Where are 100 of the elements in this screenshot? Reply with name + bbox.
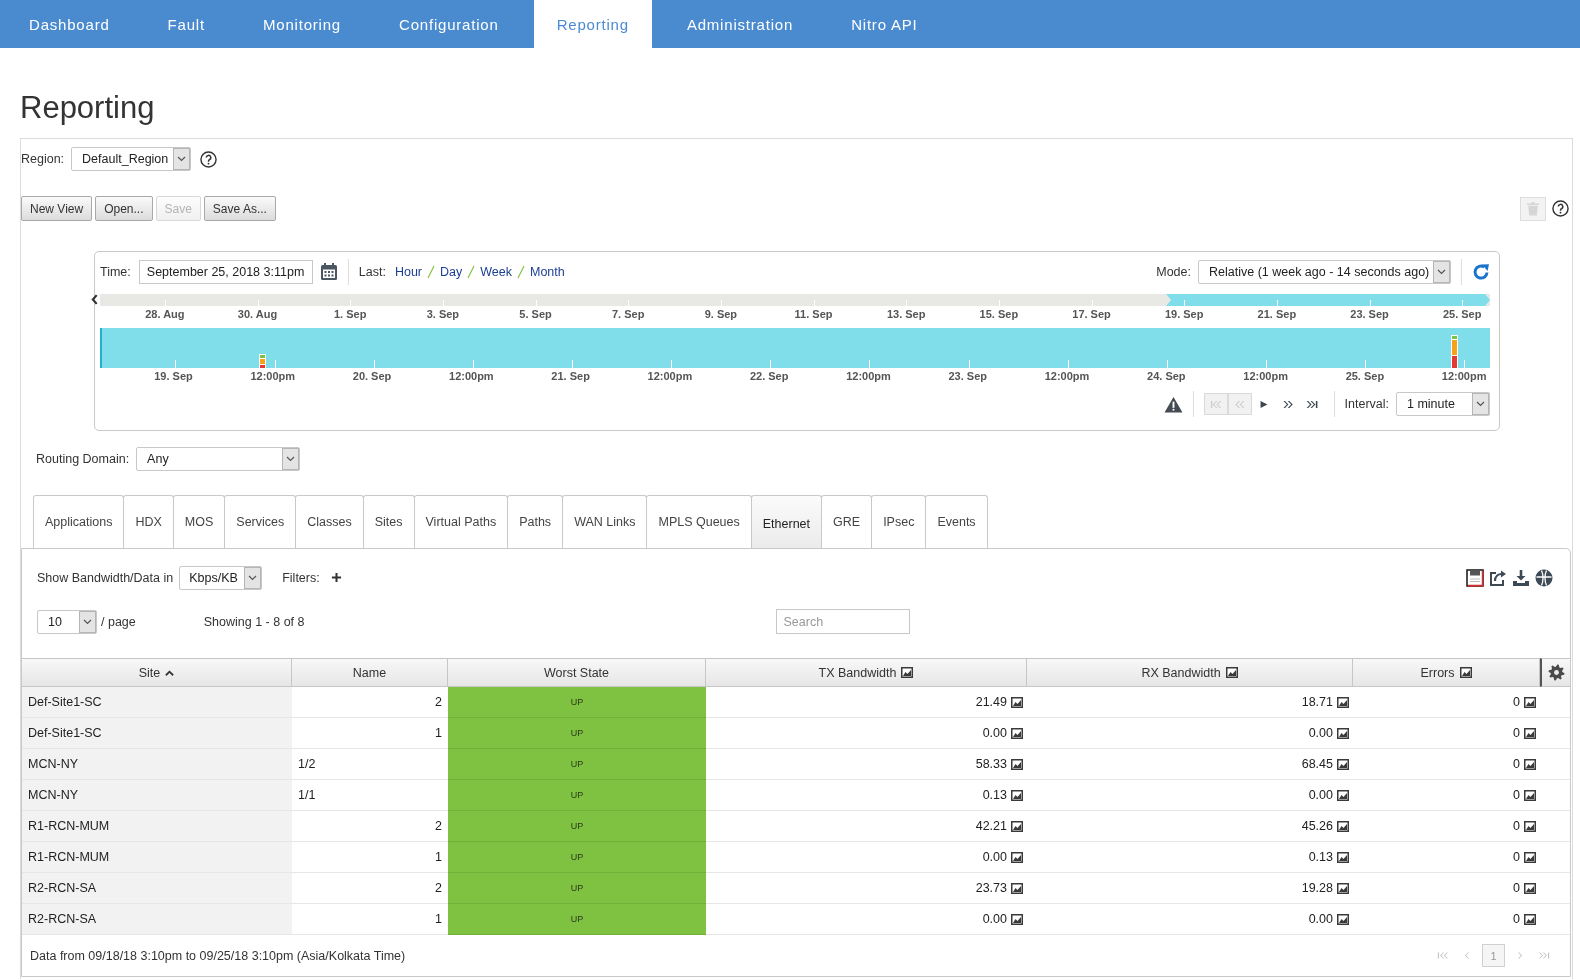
- floppy-disk-icon[interactable]: [1466, 568, 1484, 587]
- chart-icon[interactable]: [1011, 758, 1023, 770]
- chart-icon[interactable]: [1011, 882, 1023, 894]
- help-icon[interactable]: [1552, 200, 1569, 217]
- chart-icon[interactable]: [1524, 913, 1536, 925]
- chart-icon[interactable]: [1337, 696, 1349, 708]
- chart-icon[interactable]: [1337, 913, 1349, 925]
- axis-label: 22. Sep: [749, 370, 789, 382]
- column-header[interactable]: Site: [22, 658, 292, 687]
- interval-dropdown[interactable]: 1 minute: [1396, 392, 1490, 416]
- period-link[interactable]: Week: [480, 265, 512, 279]
- chart-icon[interactable]: [1337, 820, 1349, 832]
- nav-tab[interactable]: Monitoring: [233, 0, 370, 48]
- period-link[interactable]: Hour: [394, 265, 422, 279]
- bandwidth-value: 68.45: [1301, 757, 1333, 771]
- port-name: 2: [435, 881, 442, 895]
- chart-icon[interactable]: [1459, 667, 1472, 678]
- overview-track[interactable]: [100, 294, 1490, 306]
- axis-label: 15. Sep: [979, 308, 1019, 320]
- axis-label: 25. Sep: [1345, 370, 1385, 382]
- caret-icon: [1433, 261, 1450, 283]
- error-count: 0: [1513, 819, 1520, 833]
- chart-icon[interactable]: [1337, 758, 1349, 770]
- warning-icon[interactable]: [1163, 395, 1183, 413]
- last-page-icon: [1538, 951, 1550, 960]
- event-marker-icon[interactable]: [258, 354, 266, 368]
- bandwidth-unit-dropdown[interactable]: Kbps/KB: [179, 565, 263, 590]
- help-icon[interactable]: [200, 150, 218, 168]
- chart-icon[interactable]: [1337, 882, 1349, 894]
- open-button[interactable]: Open...: [95, 196, 153, 221]
- axis-label: 17. Sep: [1072, 308, 1111, 320]
- caret-icon: [173, 148, 191, 170]
- chart-icon[interactable]: [1011, 851, 1023, 863]
- chart-icon[interactable]: [1524, 820, 1536, 832]
- download-icon[interactable]: [1512, 568, 1530, 587]
- report-tab[interactable]: Ethernet: [750, 495, 823, 548]
- column-header[interactable]: TX Bandwidth: [706, 658, 1027, 687]
- mode-dropdown[interactable]: Relative (1 week ago - 14 seconds ago): [1198, 260, 1451, 284]
- axis-label: 3. Sep: [426, 308, 460, 320]
- event-marker-icon[interactable]: [1451, 335, 1459, 368]
- nav-tab[interactable]: Administration: [657, 0, 823, 48]
- nav-tab[interactable]: Dashboard: [0, 0, 139, 48]
- search-field[interactable]: Search: [775, 609, 910, 634]
- save-as-button[interactable]: Save As...: [203, 196, 276, 221]
- nav-tab[interactable]: Configuration: [370, 0, 528, 48]
- page-size-dropdown[interactable]: 10: [37, 609, 97, 634]
- time-field[interactable]: September 25, 2018 3:11pm: [138, 260, 313, 284]
- chart-icon[interactable]: [1337, 727, 1349, 739]
- refresh-icon[interactable]: [1472, 263, 1490, 281]
- chart-icon[interactable]: [1011, 913, 1023, 925]
- new-view-button[interactable]: New View: [21, 196, 93, 221]
- chart-icon[interactable]: [901, 667, 914, 678]
- column-header[interactable]: Name: [292, 658, 448, 687]
- chart-icon[interactable]: [1524, 789, 1536, 801]
- chart-icon[interactable]: [1225, 667, 1238, 678]
- region-dropdown[interactable]: Default_Region: [71, 147, 192, 171]
- error-count: 0: [1513, 726, 1520, 740]
- chevron-left-icon[interactable]: [91, 294, 98, 305]
- chart-icon[interactable]: [1011, 789, 1023, 801]
- last-label: Last:: [358, 265, 386, 279]
- error-count: 0: [1513, 850, 1520, 864]
- report-tab[interactable]: Applications: [33, 495, 125, 548]
- fast-forward-icon: [1281, 399, 1294, 409]
- plus-icon[interactable]: [330, 572, 342, 583]
- share-icon[interactable]: [1489, 568, 1507, 587]
- nav-tab[interactable]: Nitro API: [822, 0, 947, 48]
- skip-first-icon: [1209, 399, 1222, 409]
- chart-icon[interactable]: [1524, 727, 1536, 739]
- column-header[interactable]: RX Bandwidth: [1027, 658, 1353, 687]
- axis-label: 12:00pm: [1441, 370, 1487, 382]
- table-cell: R1-RCN-MUM: [22, 811, 292, 842]
- chart-icon[interactable]: [1524, 882, 1536, 894]
- column-header[interactable]: Errors: [1353, 658, 1540, 687]
- nav-tab[interactable]: Reporting: [533, 0, 652, 48]
- column-settings-button[interactable]: [1540, 658, 1570, 687]
- axis-label: 11. Sep: [794, 308, 833, 320]
- nav-tab[interactable]: Fault: [138, 0, 234, 48]
- period-link[interactable]: Month: [529, 265, 565, 279]
- skip-last-icon: [1305, 399, 1318, 409]
- report-tab[interactable]: Events: [925, 495, 988, 548]
- caret-icon: [244, 566, 262, 589]
- bandwidth-value: 42.21: [975, 819, 1007, 833]
- table-cell: Def-Site1-SC: [22, 718, 292, 749]
- chart-icon[interactable]: [1337, 851, 1349, 863]
- page-title: Reporting: [20, 89, 156, 127]
- chart-icon[interactable]: [1524, 696, 1536, 708]
- chart-icon[interactable]: [1011, 727, 1023, 739]
- chart-icon[interactable]: [1337, 789, 1349, 801]
- chart-icon[interactable]: [1524, 758, 1536, 770]
- routing-domain-dropdown[interactable]: Any: [136, 446, 301, 471]
- chart-icon[interactable]: [1011, 820, 1023, 832]
- calendar-icon[interactable]: [319, 263, 338, 281]
- period-link[interactable]: Day: [440, 265, 463, 279]
- detail-track[interactable]: [100, 328, 1490, 368]
- region-label: Region:: [21, 152, 65, 166]
- column-header[interactable]: Worst State: [448, 658, 706, 687]
- chart-icon[interactable]: [1524, 851, 1536, 863]
- table-cell: MCN-NY: [22, 749, 292, 780]
- chart-icon[interactable]: [1011, 696, 1023, 708]
- globe-icon[interactable]: [1535, 568, 1553, 587]
